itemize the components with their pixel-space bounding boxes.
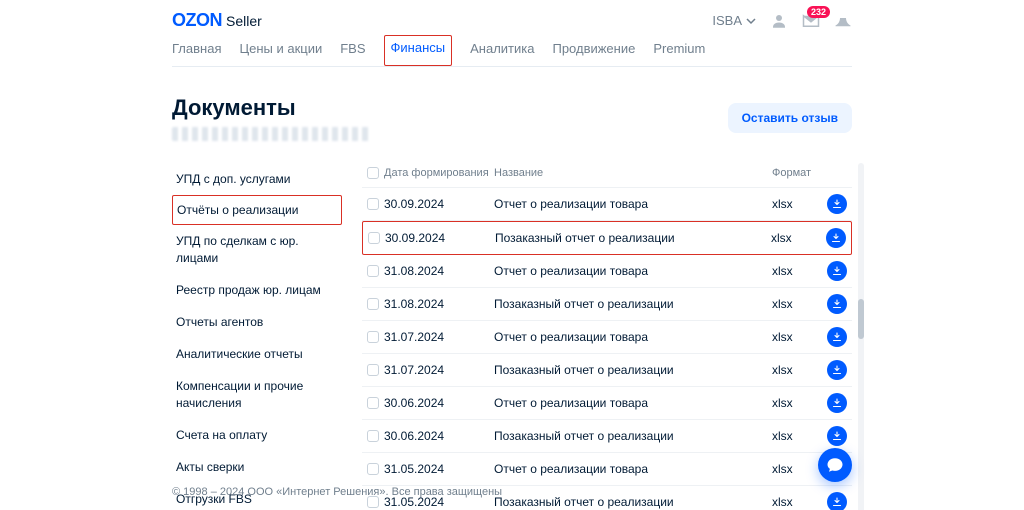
cell-date: 30.06.2024 [384,396,494,410]
table-row[interactable]: 30.06.2024Отчет о реализации товараxlsx [362,387,852,420]
account-menu[interactable]: ISBA [712,13,756,28]
nav-tab-Аналитика[interactable]: Аналитика [470,35,534,66]
row-checkbox[interactable] [367,198,379,210]
cell-name: Отчет о реализации товара [494,462,772,476]
help-icon[interactable] [834,12,852,30]
cell-name: Позаказный отчет о реализации [494,363,772,377]
table-row[interactable]: 31.05.2024Отчет о реализации товараxlsx [362,453,852,486]
table-row[interactable]: 30.09.2024Отчет о реализации товараxlsx [362,188,852,221]
nav-tab-Финансы[interactable]: Финансы [384,35,453,66]
cell-name: Отчет о реализации товара [494,330,772,344]
account-name: ISBA [712,13,742,28]
sidebar-item[interactable]: Реестр продаж юр. лицам [172,274,342,306]
nav-tab-Главная[interactable]: Главная [172,35,221,66]
sidebar-item[interactable]: Компенсации и прочие начисления [172,370,342,418]
chevron-down-icon [746,16,756,26]
table-row[interactable]: 31.08.2024Позаказный отчет о реализацииx… [362,288,852,321]
cell-name: Отчет о реализации товара [494,396,772,410]
row-checkbox[interactable] [367,265,379,277]
cell-format: xlsx [772,330,822,344]
leave-review-button[interactable]: Оставить отзыв [728,103,852,133]
col-format-header: Формат [772,167,822,179]
cell-date: 30.09.2024 [385,231,495,245]
sidebar-item[interactable]: Отчёты о реализации [172,195,342,225]
cell-format: xlsx [772,396,822,410]
table-row[interactable]: 31.07.2024Отчет о реализации товараxlsx [362,321,852,354]
cell-name: Позаказный отчет о реализации [494,297,772,311]
blurred-subtitle [172,127,372,141]
table-header: Дата формирования Название Формат [362,163,852,188]
cell-format: xlsx [772,429,822,443]
cell-date: 31.07.2024 [384,330,494,344]
download-button[interactable] [827,261,847,281]
sidebar-item[interactable]: Аналитические отчеты [172,338,342,370]
row-checkbox[interactable] [367,331,379,343]
download-button[interactable] [827,327,847,347]
page-title: Документы [172,95,372,121]
table-row[interactable]: 30.06.2024Позаказный отчет о реализацииx… [362,420,852,453]
download-button[interactable] [827,393,847,413]
cell-name: Позаказный отчет о реализации [495,231,771,245]
cell-format: xlsx [772,197,822,211]
table-row[interactable]: 30.09.2024Позаказный отчет о реализацииx… [362,221,852,255]
logo-sub: Seller [226,13,262,29]
row-checkbox[interactable] [367,397,379,409]
profile-icon[interactable] [770,12,788,30]
row-checkbox[interactable] [367,463,379,475]
cell-format: xlsx [772,363,822,377]
notification-badge: 232 [807,6,830,18]
sidebar: УПД с доп. услугамиОтчёты о реализацииУП… [172,163,342,510]
cell-date: 30.09.2024 [384,197,494,211]
notifications-icon[interactable]: 232 [802,12,820,30]
cell-name: Отчет о реализации товара [494,197,772,211]
logo-brand: OZON [172,10,222,31]
col-name-header: Название [494,167,772,179]
cell-format: xlsx [771,231,821,245]
row-checkbox[interactable] [367,430,379,442]
nav-tab-FBS[interactable]: FBS [340,35,365,66]
cell-format: xlsx [772,297,822,311]
download-button[interactable] [827,360,847,380]
row-checkbox[interactable] [367,298,379,310]
col-date-header: Дата формирования [384,167,494,179]
cell-format: xlsx [772,264,822,278]
nav-tab-Продвижение[interactable]: Продвижение [552,35,635,66]
download-button[interactable] [826,228,846,248]
sidebar-item[interactable]: Счета на оплату [172,419,342,451]
row-checkbox[interactable] [368,232,380,244]
row-checkbox[interactable] [367,364,379,376]
table-row[interactable]: 31.07.2024Позаказный отчет о реализацииx… [362,354,852,387]
cell-date: 30.06.2024 [384,429,494,443]
table-row[interactable]: 31.08.2024Отчет о реализации товараxlsx [362,255,852,288]
download-button[interactable] [827,294,847,314]
documents-table: Дата формирования Название Формат 30.09.… [362,163,852,510]
cell-format: xlsx [772,462,822,476]
scrollbar[interactable] [858,163,864,510]
cell-name: Отчет о реализации товара [494,264,772,278]
sidebar-item[interactable]: Акты сверки [172,451,342,483]
cell-name: Позаказный отчет о реализации [494,429,772,443]
chat-bubble[interactable] [818,448,852,482]
sidebar-item[interactable]: Отчеты агентов [172,306,342,338]
sidebar-item[interactable]: УПД с доп. услугами [172,163,342,195]
nav-tab-Premium[interactable]: Premium [653,35,705,66]
sidebar-item[interactable]: УПД по сделкам с юр. лицами [172,225,342,273]
cell-date: 31.05.2024 [384,462,494,476]
logo[interactable]: OZON Seller [172,10,262,31]
cell-date: 31.08.2024 [384,264,494,278]
nav-tabs: Главная Цены и акции FBS Финансы Аналитика Пр… [172,35,852,67]
download-button[interactable] [827,194,847,214]
footer-copyright: © 1998 – 2024 ООО «Интернет Решения». Вс… [172,486,852,498]
select-all-checkbox[interactable] [367,167,379,179]
cell-date: 31.07.2024 [384,363,494,377]
nav-tab-Цены и акции[interactable]: Цены и акции [239,35,322,66]
download-button[interactable] [827,426,847,446]
cell-date: 31.08.2024 [384,297,494,311]
